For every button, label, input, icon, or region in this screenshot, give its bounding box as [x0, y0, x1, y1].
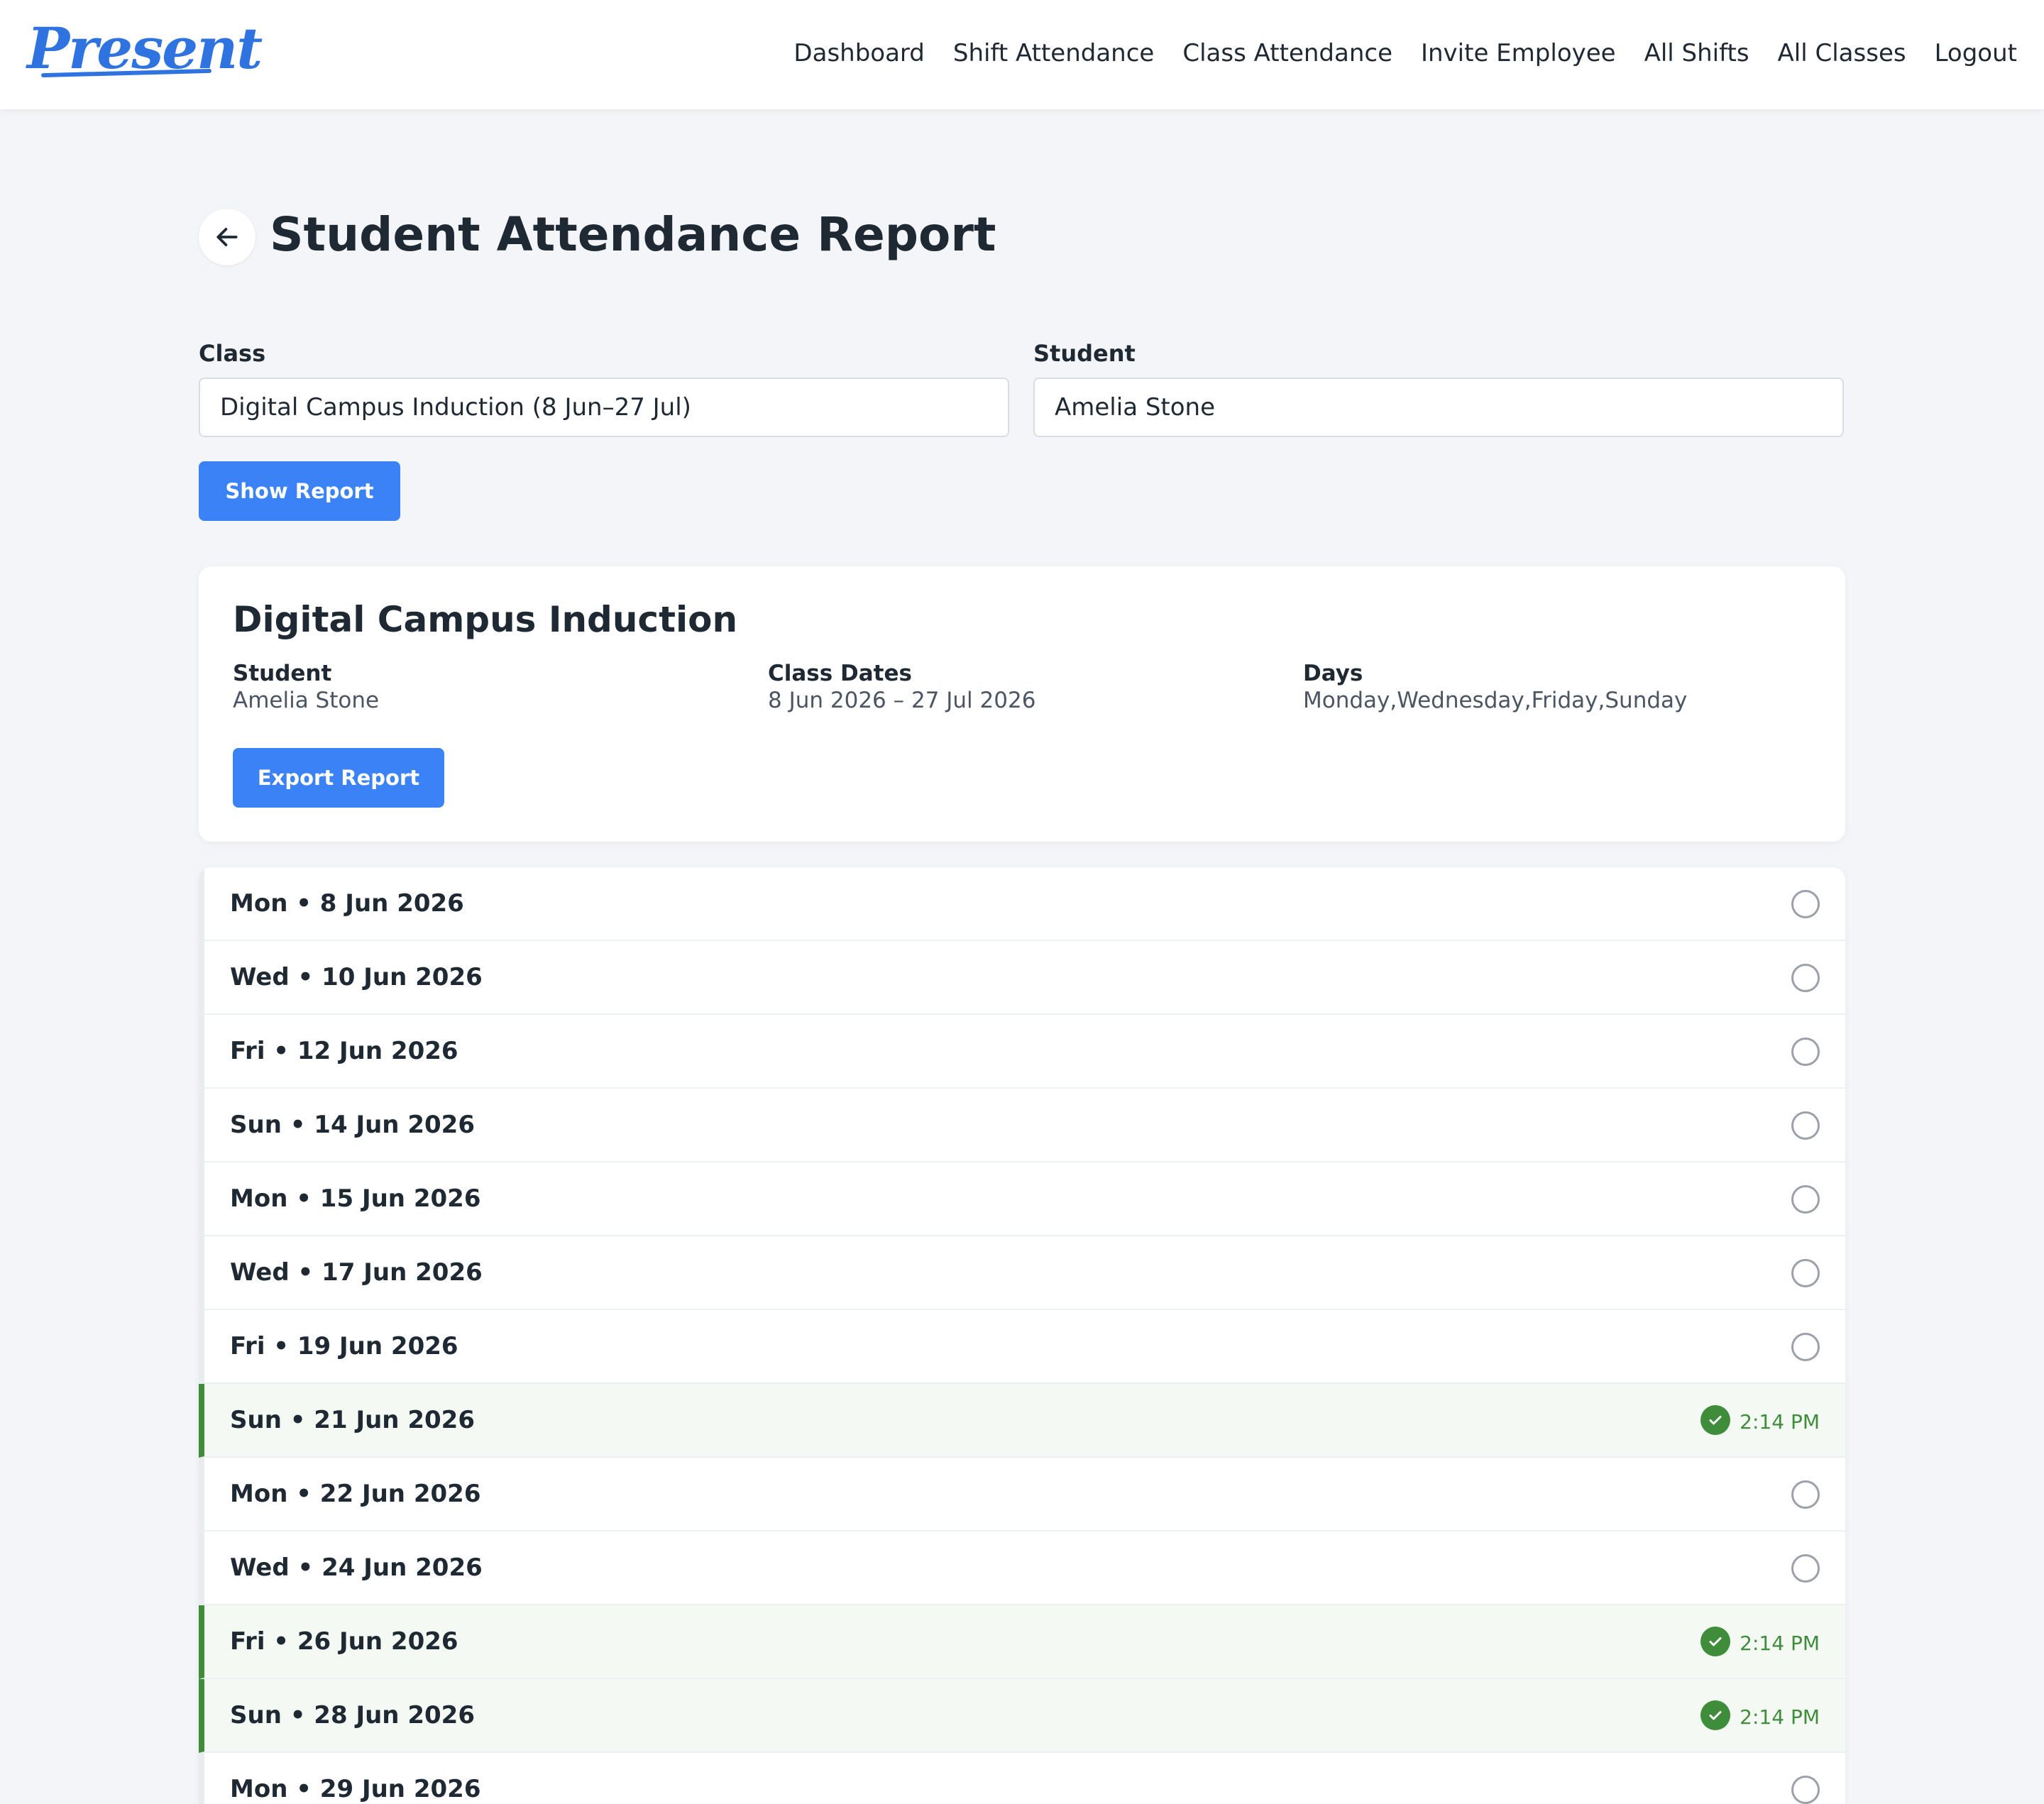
session-row[interactable]: Wed • 10 Jun 2026: [199, 941, 1845, 1015]
session-date: Wed • 24 Jun 2026: [230, 1553, 483, 1582]
nav-logout[interactable]: Logout: [1935, 37, 2017, 70]
check-circle-icon: [1700, 1700, 1730, 1730]
class-dates-meta: Class Dates 8 Jun 2026 – 27 Jul 2026: [768, 660, 1035, 714]
session-date: Fri • 19 Jun 2026: [230, 1332, 458, 1360]
student-meta-label: Student: [233, 661, 332, 686]
session-date: Sun • 28 Jun 2026: [230, 1701, 475, 1729]
session-row[interactable]: Mon • 29 Jun 2026: [199, 1753, 1845, 1804]
empty-circle-icon: [1791, 964, 1820, 992]
class-dates-value: 8 Jun 2026 – 27 Jul 2026: [768, 688, 1036, 713]
export-report-button[interactable]: Export Report: [233, 748, 444, 808]
empty-circle-icon: [1791, 1333, 1820, 1361]
empty-circle-icon: [1791, 1480, 1820, 1509]
session-date: Fri • 12 Jun 2026: [230, 1037, 458, 1065]
session-date: Mon • 22 Jun 2026: [230, 1480, 481, 1508]
page-title: Student Attendance Report: [270, 207, 996, 262]
show-report-button[interactable]: Show Report: [199, 461, 400, 521]
days-meta: Days Monday,Wednesday,Friday,Sunday: [1303, 660, 1687, 714]
student-meta-value: Amelia Stone: [233, 688, 380, 713]
session-row[interactable]: Mon • 8 Jun 2026: [199, 867, 1845, 941]
session-date: Wed • 17 Jun 2026: [230, 1258, 483, 1287]
session-row[interactable]: Mon • 22 Jun 2026: [199, 1458, 1845, 1531]
session-row[interactable]: Wed • 24 Jun 2026: [199, 1531, 1845, 1605]
student-select[interactable]: Amelia Stone: [1033, 378, 1844, 437]
session-row[interactable]: Sun • 28 Jun 2026 2:14 PM: [199, 1679, 1845, 1753]
student-meta: Student Amelia Stone: [233, 660, 379, 714]
session-list: Mon • 8 Jun 2026 Wed • 10 Jun 2026 Fri • 1…: [199, 867, 1845, 1804]
session-row[interactable]: Wed • 17 Jun 2026: [199, 1236, 1845, 1310]
empty-circle-icon: [1791, 1038, 1820, 1066]
nav-class-attendance[interactable]: Class Attendance: [1182, 37, 1392, 70]
nav-all-shifts[interactable]: All Shifts: [1644, 37, 1749, 70]
class-select[interactable]: Digital Campus Induction (8 Jun–27 Jul): [199, 378, 1009, 437]
session-date: Fri • 26 Jun 2026: [230, 1627, 458, 1656]
nav-shift-attendance[interactable]: Shift Attendance: [953, 37, 1154, 70]
empty-circle-icon: [1791, 1554, 1820, 1583]
session-row[interactable]: Sun • 21 Jun 2026 2:14 PM: [199, 1384, 1845, 1458]
back-button[interactable]: [199, 209, 256, 265]
session-date: Sun • 21 Jun 2026: [230, 1406, 475, 1434]
empty-circle-icon: [1791, 1776, 1820, 1804]
check-circle-icon: [1700, 1627, 1730, 1656]
check-in-time: 2:14 PM: [1740, 1632, 1820, 1655]
session-row[interactable]: Fri • 12 Jun 2026: [199, 1015, 1845, 1089]
days-value: Monday,Wednesday,Friday,Sunday: [1303, 688, 1688, 713]
student-field-label: Student: [1033, 340, 1136, 367]
session-date: Mon • 29 Jun 2026: [230, 1775, 481, 1803]
nav-dashboard[interactable]: Dashboard: [793, 37, 924, 70]
check-in-time: 2:14 PM: [1740, 1410, 1820, 1434]
check-circle-icon: [1700, 1405, 1730, 1435]
arrow-left-icon: [216, 228, 238, 246]
nav-all-classes[interactable]: All Classes: [1778, 37, 1906, 70]
nav-invite-employee[interactable]: Invite Employee: [1421, 37, 1616, 70]
session-row[interactable]: Fri • 19 Jun 2026: [199, 1310, 1845, 1384]
session-row[interactable]: Sun • 14 Jun 2026: [199, 1089, 1845, 1162]
empty-circle-icon: [1791, 1111, 1820, 1140]
report-summary-card: Digital Campus Induction Student Amelia …: [199, 566, 1845, 842]
export-report-label: Export Report: [257, 766, 420, 790]
show-report-label: Show Report: [225, 479, 374, 503]
session-date: Mon • 8 Jun 2026: [230, 889, 464, 918]
session-date: Wed • 10 Jun 2026: [230, 963, 483, 991]
session-row[interactable]: Fri • 26 Jun 2026 2:14 PM: [199, 1605, 1845, 1679]
empty-circle-icon: [1791, 1259, 1820, 1287]
class-title: Digital Campus Induction: [233, 599, 738, 640]
session-row[interactable]: Mon • 15 Jun 2026: [199, 1162, 1845, 1236]
class-dates-label: Class Dates: [768, 661, 912, 686]
session-date: Mon • 15 Jun 2026: [230, 1184, 481, 1213]
days-label: Days: [1303, 661, 1363, 686]
check-in-time: 2:14 PM: [1740, 1705, 1820, 1729]
main-nav: Dashboard Shift Attendance Class Attenda…: [793, 37, 2017, 70]
top-navbar: Present Dashboard Shift Attendance Class…: [0, 0, 2044, 109]
class-field-label: Class: [199, 340, 266, 367]
empty-circle-icon: [1791, 890, 1820, 918]
session-date: Sun • 14 Jun 2026: [230, 1111, 475, 1139]
empty-circle-icon: [1791, 1185, 1820, 1214]
